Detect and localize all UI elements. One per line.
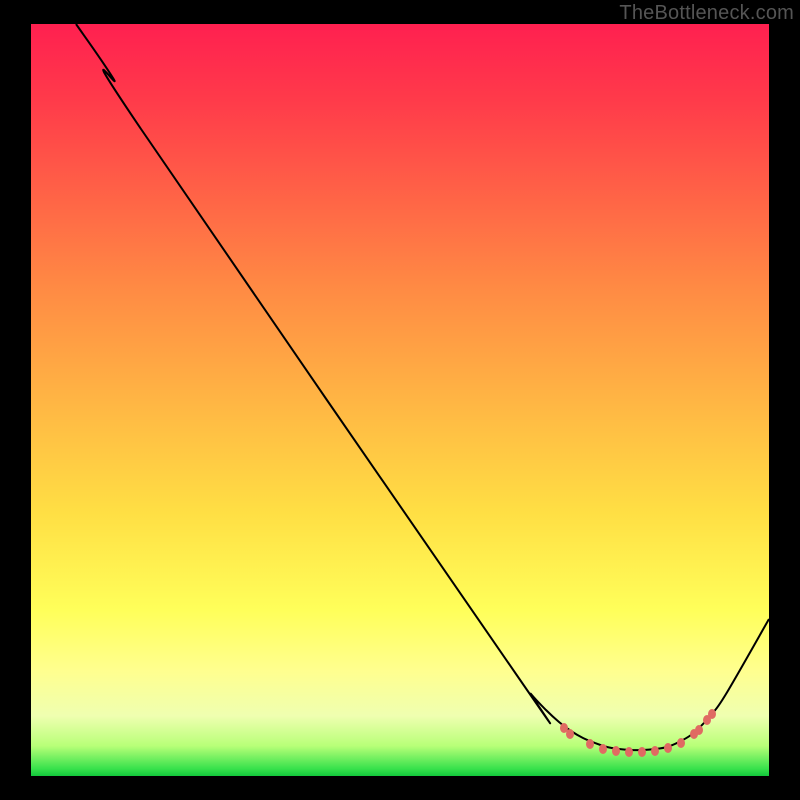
marker-dot (586, 739, 594, 749)
marker-dot (612, 746, 620, 756)
marker-dot (664, 743, 672, 753)
watermark-text: TheBottleneck.com (619, 2, 794, 25)
marker-dot (566, 729, 574, 739)
marker-dot (625, 747, 633, 757)
marker-dot (638, 747, 646, 757)
bottleneck-curve (31, 24, 769, 776)
marker-dot (677, 738, 685, 748)
chart-plot-area (31, 24, 769, 776)
chart-container (0, 0, 800, 800)
marker-dot (708, 709, 716, 719)
marker-dot (695, 725, 703, 735)
curve-path (76, 24, 769, 750)
marker-dot (599, 744, 607, 754)
marker-dot (651, 746, 659, 756)
